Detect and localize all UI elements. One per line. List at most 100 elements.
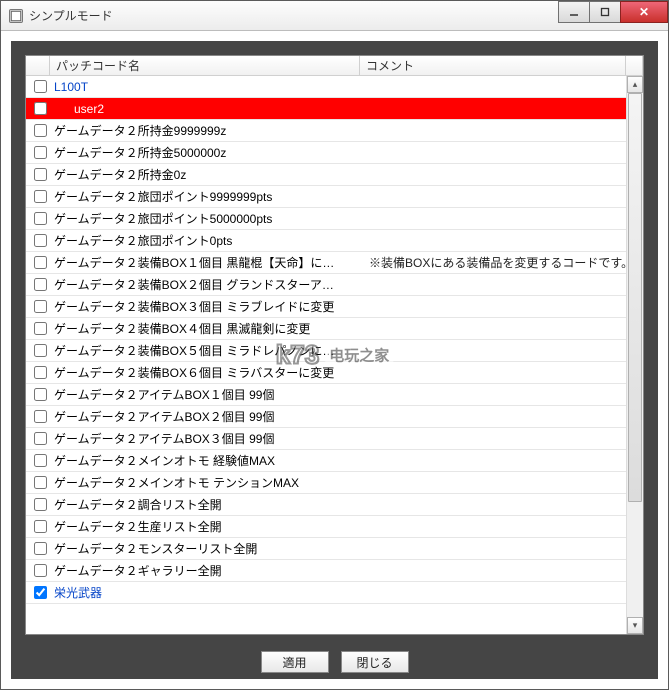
- row-name: ゲームデータ２装備BOX１個目 黒龍棍【天命】に…: [50, 254, 365, 271]
- list-item[interactable]: ゲームデータ２アイテムBOX１個目 99個: [26, 384, 643, 406]
- list-item[interactable]: ゲームデータ２旅団ポイント5000000pts: [26, 208, 643, 230]
- row-name: ゲームデータ２装備BOX３個目 ミラブレイドに変更: [50, 298, 365, 315]
- row-checkbox[interactable]: [30, 190, 50, 203]
- row-name: ゲームデータ２アイテムBOX３個目 99個: [50, 430, 365, 447]
- row-name: ゲームデータ２旅団ポイント5000000pts: [50, 210, 365, 227]
- list-item[interactable]: ゲームデータ２メインオトモ 経験値MAX: [26, 450, 643, 472]
- checkbox-input[interactable]: [34, 388, 47, 401]
- apply-button[interactable]: 適用: [261, 651, 329, 673]
- checkbox-input[interactable]: [34, 322, 47, 335]
- list-item[interactable]: ゲームデータ２装備BOX６個目 ミラバスターに変更: [26, 362, 643, 384]
- close-button[interactable]: ✕: [620, 1, 668, 23]
- checkbox-input[interactable]: [34, 410, 47, 423]
- window-title: シンプルモード: [29, 7, 113, 24]
- row-checkbox[interactable]: [30, 124, 50, 137]
- checkbox-input[interactable]: [34, 80, 47, 93]
- list-item[interactable]: ゲームデータ２生産リスト全開: [26, 516, 643, 538]
- row-comment: ※装備BOXにある装備品を変更するコードです。: [365, 254, 639, 271]
- maximize-button[interactable]: [589, 1, 621, 23]
- row-checkbox[interactable]: [30, 564, 50, 577]
- header-comment-col[interactable]: コメント: [360, 56, 626, 75]
- row-checkbox[interactable]: [30, 498, 50, 511]
- list-item[interactable]: ゲームデータ２装備BOX１個目 黒龍棍【天命】に…※装備BOXにある装備品を変更…: [26, 252, 643, 274]
- checkbox-input[interactable]: [34, 498, 47, 511]
- row-name: ゲームデータ２アイテムBOX２個目 99個: [50, 408, 365, 425]
- row-checkbox[interactable]: [30, 542, 50, 555]
- checkbox-input[interactable]: [34, 586, 47, 599]
- row-checkbox[interactable]: [30, 454, 50, 467]
- list-item[interactable]: ゲームデータ２調合リスト全開: [26, 494, 643, 516]
- checkbox-input[interactable]: [34, 168, 47, 181]
- row-checkbox[interactable]: [30, 168, 50, 181]
- row-checkbox[interactable]: [30, 388, 50, 401]
- code-list: パッチコード名 コメント L100T user2ゲームデータ２所持金9999999…: [25, 55, 644, 635]
- checkbox-input[interactable]: [34, 476, 47, 489]
- checkbox-input[interactable]: [34, 256, 47, 269]
- checkbox-input[interactable]: [34, 146, 47, 159]
- list-item[interactable]: ゲームデータ２装備BOX４個目 黒滅龍剣に変更: [26, 318, 643, 340]
- list-item[interactable]: ゲームデータ２アイテムBOX３個目 99個: [26, 428, 643, 450]
- list-item[interactable]: ゲームデータ２所持金0z: [26, 164, 643, 186]
- checkbox-input[interactable]: [34, 212, 47, 225]
- close-icon: ✕: [639, 5, 649, 19]
- row-checkbox[interactable]: [30, 300, 50, 313]
- row-checkbox[interactable]: [30, 366, 50, 379]
- list-item[interactable]: ゲームデータ２メインオトモ テンションMAX: [26, 472, 643, 494]
- checkbox-input[interactable]: [34, 300, 47, 313]
- titlebar[interactable]: シンプルモード ✕: [1, 1, 668, 31]
- list-item[interactable]: ゲームデータ２装備BOX３個目 ミラブレイドに変更: [26, 296, 643, 318]
- list-group[interactable]: 栄光武器: [26, 582, 643, 604]
- checkbox-input[interactable]: [34, 542, 47, 555]
- checkbox-input[interactable]: [34, 366, 47, 379]
- list-item[interactable]: user2: [26, 98, 643, 120]
- row-checkbox[interactable]: [30, 520, 50, 533]
- header-name-col[interactable]: パッチコード名: [50, 56, 360, 75]
- checkbox-input[interactable]: [34, 344, 47, 357]
- checkbox-input[interactable]: [34, 102, 47, 115]
- row-checkbox[interactable]: [30, 278, 50, 291]
- checkbox-input[interactable]: [34, 432, 47, 445]
- row-checkbox[interactable]: [30, 212, 50, 225]
- row-checkbox[interactable]: [30, 344, 50, 357]
- row-checkbox[interactable]: [30, 256, 50, 269]
- row-checkbox[interactable]: [30, 80, 50, 93]
- close-dialog-button[interactable]: 閉じる: [341, 651, 409, 673]
- minimize-button[interactable]: [558, 1, 590, 23]
- row-checkbox[interactable]: [30, 476, 50, 489]
- row-checkbox[interactable]: [30, 146, 50, 159]
- list-item[interactable]: ゲームデータ２アイテムBOX２個目 99個: [26, 406, 643, 428]
- scroll-track[interactable]: [627, 93, 643, 617]
- row-name: ゲームデータ２調合リスト全開: [50, 496, 365, 513]
- scrollbar[interactable]: ▴ ▾: [626, 76, 643, 634]
- row-checkbox[interactable]: [30, 586, 50, 599]
- row-checkbox[interactable]: [30, 322, 50, 335]
- scroll-thumb[interactable]: [628, 93, 642, 502]
- checkbox-input[interactable]: [34, 454, 47, 467]
- list-item[interactable]: ゲームデータ２旅団ポイント9999999pts: [26, 186, 643, 208]
- list-item[interactable]: ゲームデータ２ギャラリー全開: [26, 560, 643, 582]
- list-item[interactable]: ゲームデータ２装備BOX５個目 ミラドレパノンに…: [26, 340, 643, 362]
- list-group[interactable]: L100T: [26, 76, 643, 98]
- list-item[interactable]: ゲームデータ２旅団ポイント0pts: [26, 230, 643, 252]
- scroll-down-icon[interactable]: ▾: [627, 617, 643, 634]
- row-name: ゲームデータ２装備BOX６個目 ミラバスターに変更: [50, 364, 365, 381]
- row-name: ゲームデータ２旅団ポイント0pts: [50, 232, 365, 249]
- list-item[interactable]: ゲームデータ２所持金9999999z: [26, 120, 643, 142]
- row-checkbox[interactable]: [30, 410, 50, 423]
- list-item[interactable]: ゲームデータ２装備BOX２個目 グランドスターア…: [26, 274, 643, 296]
- checkbox-input[interactable]: [34, 564, 47, 577]
- list-item[interactable]: ゲームデータ２所持金5000000z: [26, 142, 643, 164]
- checkbox-input[interactable]: [34, 124, 47, 137]
- button-bar: 適用 閉じる: [11, 651, 658, 673]
- checkbox-input[interactable]: [34, 278, 47, 291]
- row-checkbox[interactable]: [30, 432, 50, 445]
- header-checkbox-col[interactable]: [26, 56, 50, 75]
- checkbox-input[interactable]: [34, 190, 47, 203]
- row-name: L100T: [50, 80, 365, 94]
- scroll-up-icon[interactable]: ▴: [627, 76, 643, 93]
- checkbox-input[interactable]: [34, 234, 47, 247]
- list-item[interactable]: ゲームデータ２モンスターリスト全開: [26, 538, 643, 560]
- row-checkbox[interactable]: [30, 102, 50, 115]
- checkbox-input[interactable]: [34, 520, 47, 533]
- row-checkbox[interactable]: [30, 234, 50, 247]
